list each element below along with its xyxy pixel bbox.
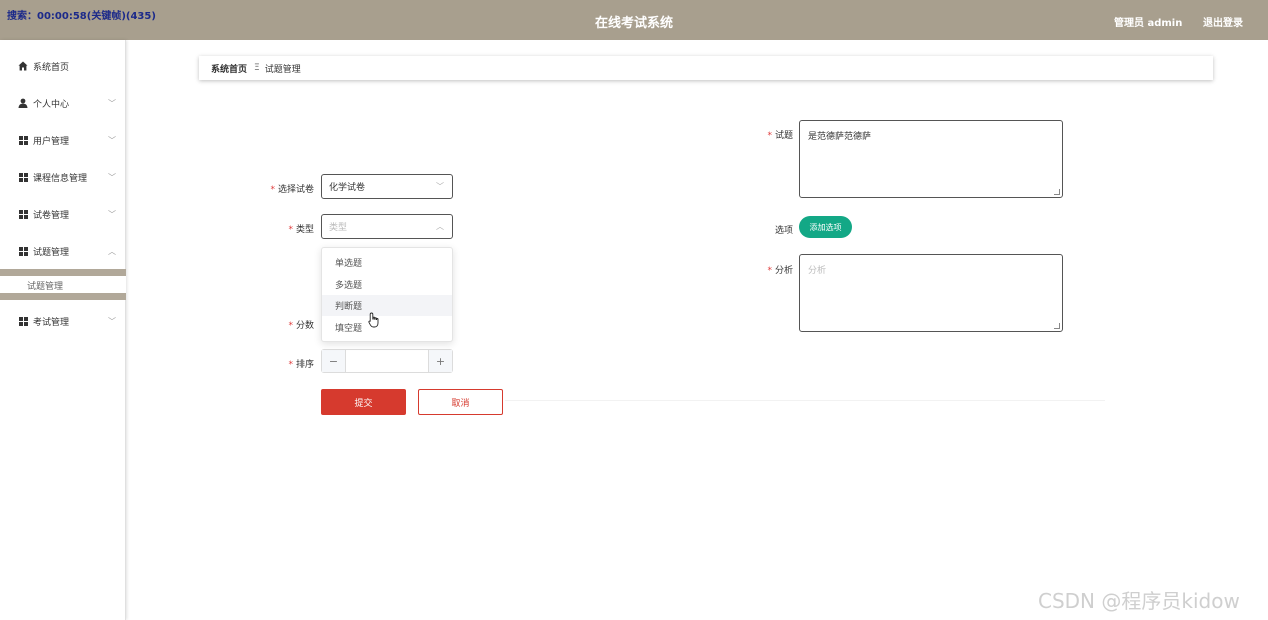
admin-label: 管理员 admin: [1114, 18, 1183, 29]
dropdown-option-single-choice[interactable]: 单选题: [322, 252, 452, 273]
dropdown-option-true-false[interactable]: 判断题: [322, 295, 452, 316]
sidebar-item-label: 考试管理: [33, 317, 70, 328]
type-dropdown-menu: 单选题 多选题 判断题 填空题: [321, 247, 453, 342]
sidebar: 系统首页 个人中心 ﹀ 用户管理 ﹀ 课程信息管理 ﹀ 试卷管理 ﹀ 试题管理 …: [0, 40, 126, 620]
hand-cursor-icon: [368, 312, 379, 328]
logout-link[interactable]: 退出登录: [1203, 14, 1243, 29]
decrement-button[interactable]: −: [322, 350, 346, 372]
sidebar-item-label: 个人中心: [33, 99, 70, 110]
submenu-item-question-management[interactable]: 试题管理: [0, 276, 126, 293]
sidebar-item-course-management[interactable]: 课程信息管理 ﹀: [0, 168, 126, 186]
app-title: 在线考试系统: [594, 16, 673, 31]
type-select-placeholder: 类型: [329, 223, 348, 233]
chevron-down-icon: ﹀: [108, 135, 116, 145]
chevron-up-icon: ︿: [436, 222, 444, 231]
dropdown-option-multiple-choice[interactable]: 多选题: [322, 274, 452, 295]
question-label: * 试题: [767, 131, 793, 141]
sidebar-item-label: 试卷管理: [33, 210, 70, 221]
user-icon: [18, 98, 28, 108]
chevron-down-icon: ﹀: [108, 172, 116, 182]
sidebar-item-user-management[interactable]: 用户管理 ﹀: [0, 131, 126, 149]
chevron-down-icon: ﹀: [436, 182, 444, 191]
grid-icon: [18, 172, 28, 182]
chevron-down-icon: ﹀: [108, 316, 116, 326]
grid-icon: [18, 135, 28, 145]
grid-icon: [18, 246, 28, 256]
question-text: 是范德萨范德萨: [808, 132, 872, 142]
resize-handle-icon[interactable]: [1054, 323, 1060, 329]
breadcrumb: 系统首页 Ξ 试题管理: [199, 56, 1213, 80]
paper-select-value: 化学试卷: [329, 183, 366, 193]
sidebar-item-exam-management[interactable]: 考试管理 ﹀: [0, 312, 126, 330]
breadcrumb-current: 试题管理: [264, 64, 301, 75]
sidebar-item-paper-management[interactable]: 试卷管理 ﹀: [0, 205, 126, 223]
chevron-down-icon: ﹀: [108, 98, 116, 108]
submit-button[interactable]: 提交: [321, 389, 406, 415]
sidebar-item-label: 试题管理: [33, 247, 70, 258]
dropdown-option-fill-blank[interactable]: 填空题: [322, 317, 452, 338]
grid-icon: [18, 209, 28, 219]
sidebar-item-label: 系统首页: [33, 62, 70, 73]
type-select[interactable]: 类型 ︿: [321, 214, 453, 239]
score-label: * 分数: [288, 321, 314, 331]
add-option-button[interactable]: 添加选项: [799, 216, 852, 238]
sidebar-item-home[interactable]: 系统首页: [0, 57, 126, 75]
cancel-button[interactable]: 取消: [418, 389, 503, 415]
watermark: CSDN @程序员kidow: [1038, 589, 1240, 613]
paper-label: * 选择试卷: [270, 185, 314, 195]
question-textarea[interactable]: 是范德萨范德萨: [799, 120, 1063, 198]
order-stepper: − +: [321, 349, 453, 373]
breadcrumb-home[interactable]: 系统首页: [211, 62, 247, 75]
options-label: 选项: [774, 226, 793, 236]
type-label: * 类型: [288, 225, 314, 235]
order-label: * 排序: [288, 360, 314, 370]
order-input[interactable]: [347, 350, 427, 372]
resize-handle-icon[interactable]: [1054, 189, 1060, 195]
home-icon: [18, 61, 28, 71]
sidebar-item-label: 用户管理: [33, 136, 70, 147]
submenu-item-label: 试题管理: [27, 282, 64, 292]
paper-select[interactable]: 化学试卷 ﹀: [321, 174, 453, 199]
sidebar-item-label: 课程信息管理: [33, 173, 88, 184]
breadcrumb-separator: Ξ: [254, 63, 260, 73]
top-bar: 搜索：00:00:58(关键帧)(435) 在线考试系统 管理员 admin 退…: [0, 0, 1268, 40]
submenu-band-bottom: [0, 293, 126, 300]
chevron-down-icon: ﹀: [108, 209, 116, 219]
analysis-label: * 分析: [767, 266, 793, 276]
divider: [505, 400, 1105, 401]
chevron-up-icon: ︿: [108, 246, 116, 256]
grid-icon: [18, 316, 28, 326]
analysis-placeholder: 分析: [808, 266, 827, 276]
analysis-textarea[interactable]: 分析: [799, 254, 1063, 332]
submenu-band-top: [0, 269, 126, 276]
increment-button[interactable]: +: [428, 350, 452, 372]
sidebar-item-personal-center[interactable]: 个人中心 ﹀: [0, 94, 126, 112]
sidebar-item-question-management[interactable]: 试题管理 ︿: [0, 242, 126, 260]
